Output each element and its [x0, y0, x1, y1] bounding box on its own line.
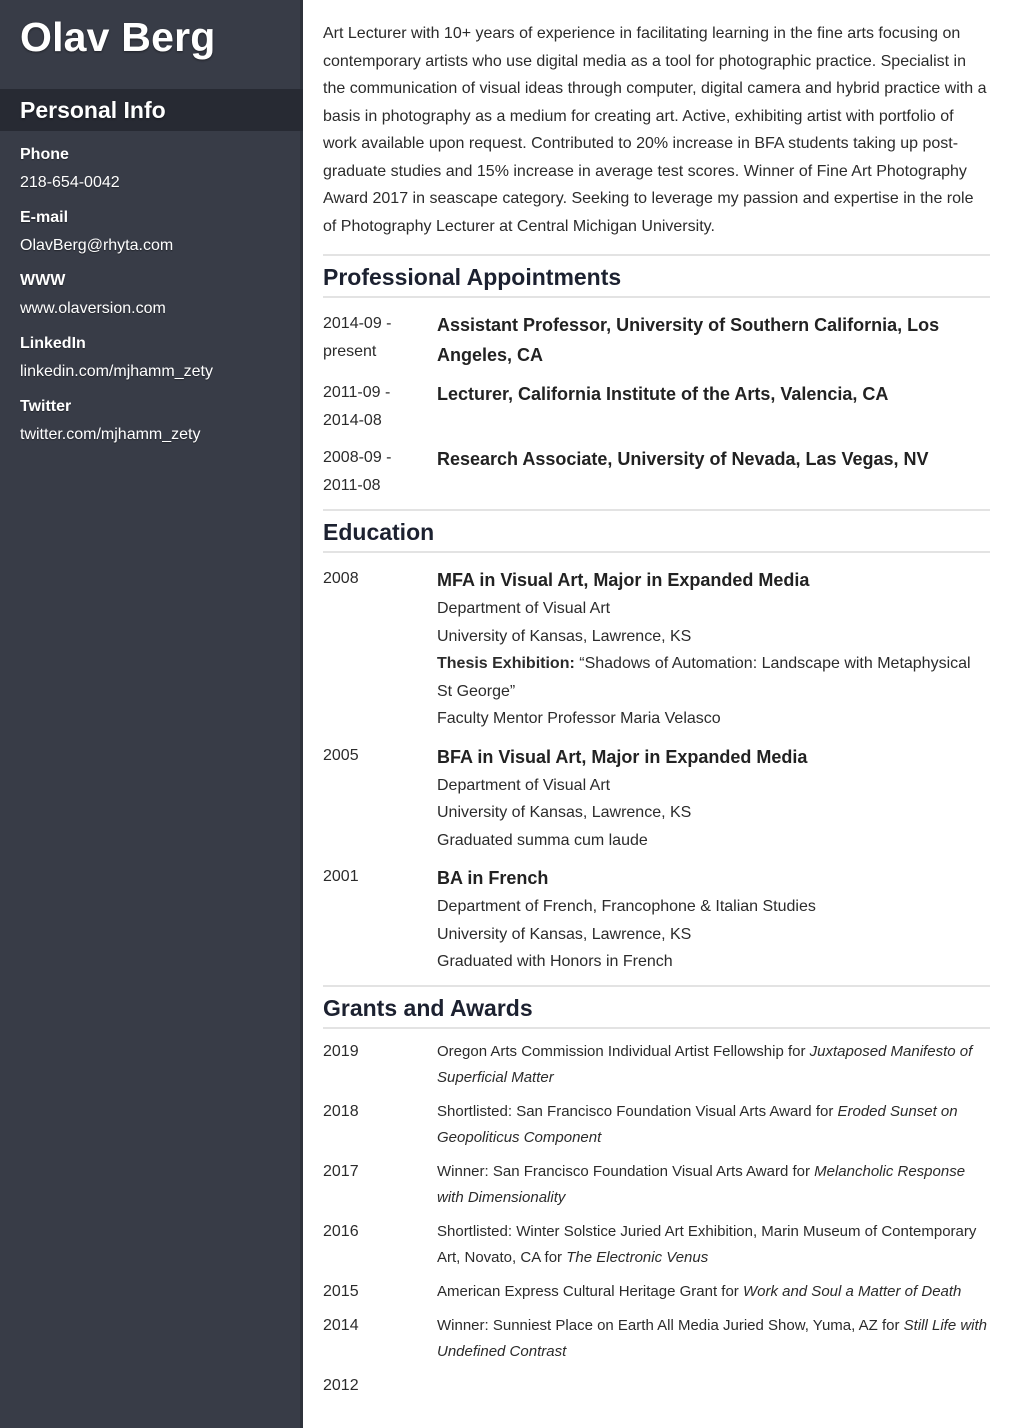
appointment-entry: 2008-09 - 2011-08 Research Associate, Un…	[323, 444, 990, 500]
education-note: Graduated with Honors in French	[437, 953, 673, 970]
twitter-label: Twitter	[20, 398, 72, 415]
appointments-heading: Professional Appointments	[323, 254, 990, 298]
award-description: American Express Cultural Heritage Grant…	[437, 1279, 990, 1305]
candidate-name: Olav Berg	[20, 14, 216, 60]
education-year: 2005	[323, 746, 359, 764]
contact-list: Phone 218-654-0042 E-mail OlavBerg@rhyta…	[20, 145, 290, 460]
education-entry: 2001 BA in French Department of French, …	[323, 863, 990, 976]
email-value[interactable]: OlavBerg@rhyta.com	[20, 236, 290, 256]
date-end: present	[323, 343, 377, 360]
award-description	[437, 1373, 990, 1399]
linkedin-value[interactable]: linkedin.com/mjhamm_zety	[20, 362, 290, 382]
award-text: Winner: Sunniest Place on Earth All Medi…	[437, 1316, 904, 1334]
date-start: 2008-09 -	[323, 449, 392, 466]
appointment-entry: 2014-09 - present Assistant Professor, U…	[323, 310, 990, 370]
linkedin-label: LinkedIn	[20, 335, 86, 352]
award-year: 2019	[323, 1042, 359, 1060]
appointment-date: 2011-09 - 2014-08	[323, 379, 437, 435]
award-work: The Electronic Venus	[566, 1248, 709, 1266]
appointment-title: Lecturer, California Institute of the Ar…	[437, 384, 889, 404]
award-text: Winner: San Francisco Foundation Visual …	[437, 1162, 815, 1180]
award-entry: 2016 Shortlisted: Winter Solstice Juried…	[323, 1219, 990, 1271]
date-start: 2011-09 -	[323, 384, 391, 401]
school: University of Kansas, Lawrence, KS	[437, 925, 692, 943]
phone-label: Phone	[20, 146, 69, 163]
school: University of Kansas, Lawrence, KS	[437, 627, 692, 645]
award-entry: 2014 Winner: Sunniest Place on Earth All…	[323, 1313, 990, 1365]
appointment-date: 2008-09 - 2011-08	[323, 444, 437, 500]
sidebar: Olav Berg Personal Info Phone 218-654-00…	[0, 0, 303, 1428]
thesis-label: Thesis Exhibition:	[437, 655, 575, 672]
department: Department of French, Francophone & Ital…	[437, 898, 816, 915]
award-text: Shortlisted: San Francisco Foundation Vi…	[437, 1102, 838, 1120]
appointment-title: Assistant Professor, University of South…	[437, 315, 940, 365]
date-end: 2011-08	[323, 477, 381, 494]
website-label: WWW	[20, 272, 66, 289]
degree-title: BA in French	[437, 868, 549, 888]
school: University of Kansas, Lawrence, KS	[437, 804, 692, 821]
education-note: Faculty Mentor Professor Maria Velasco	[437, 710, 721, 727]
education-year: 2008	[323, 570, 359, 587]
education-year: 2001	[323, 868, 359, 885]
appointments-section: Professional Appointments 2014-09 - pres…	[323, 254, 990, 500]
award-description: Oregon Arts Commission Individual Artist…	[437, 1039, 990, 1091]
education-note: Graduated summa cum laude	[437, 831, 648, 849]
appointment-date: 2014-09 - present	[323, 310, 437, 370]
education-heading: Education	[323, 509, 990, 553]
website-value[interactable]: www.olaversion.com	[20, 299, 290, 319]
phone-value[interactable]: 218-654-0042	[20, 173, 290, 193]
award-description: Shortlisted: Winter Solstice Juried Art …	[437, 1219, 990, 1271]
email-label: E-mail	[20, 209, 69, 226]
award-entry: 2015 American Express Cultural Heritage …	[323, 1279, 990, 1305]
award-year: 2015	[323, 1282, 359, 1300]
appointment-title: Research Associate, University of Nevada…	[437, 449, 929, 469]
department: Department of Visual Art	[437, 776, 611, 794]
award-year: 2016	[323, 1222, 359, 1240]
education-section: Education 2008 MFA in Visual Art, Major …	[323, 509, 990, 976]
thesis: Thesis Exhibition: “Shadows of Automatio…	[437, 650, 990, 705]
award-entry: 2017 Winner: San Francisco Foundation Vi…	[323, 1159, 990, 1211]
appointment-entry: 2011-09 - 2014-08 Lecturer, California I…	[323, 379, 990, 435]
awards-section: Grants and Awards 2019 Oregon Arts Commi…	[323, 984, 990, 1399]
award-text: American Express Cultural Heritage Grant…	[437, 1282, 743, 1300]
department: Department of Visual Art	[437, 600, 611, 617]
degree-title: MFA in Visual Art, Major in Expanded Med…	[437, 570, 810, 590]
main-content: Art Lecturer with 10+ years of experienc…	[323, 20, 990, 1407]
award-year: 2017	[323, 1162, 359, 1180]
award-text: Oregon Arts Commission Individual Artist…	[437, 1042, 810, 1060]
award-year: 2012	[323, 1376, 359, 1394]
degree-title: BFA in Visual Art, Major in Expanded Med…	[437, 746, 808, 767]
award-entry: 2012	[323, 1373, 990, 1399]
date-end: 2014-08	[323, 412, 382, 429]
award-description: Shortlisted: San Francisco Foundation Vi…	[437, 1099, 990, 1151]
education-entry: 2008 MFA in Visual Art, Major in Expande…	[323, 565, 990, 733]
award-description: Winner: San Francisco Foundation Visual …	[437, 1159, 990, 1211]
awards-heading: Grants and Awards	[323, 984, 990, 1029]
personal-info-heading: Personal Info	[20, 97, 166, 123]
twitter-value[interactable]: twitter.com/mjhamm_zety	[20, 425, 290, 445]
education-entry: 2005 BFA in Visual Art, Major in Expande…	[323, 742, 990, 855]
award-year: 2014	[323, 1316, 359, 1334]
award-description: Winner: Sunniest Place on Earth All Medi…	[437, 1313, 990, 1365]
personal-info-header: Personal Info	[0, 89, 303, 131]
profile-summary: Art Lecturer with 10+ years of experienc…	[323, 25, 987, 235]
award-year: 2018	[323, 1102, 359, 1120]
award-entry: 2019 Oregon Arts Commission Individual A…	[323, 1039, 990, 1091]
award-work: Work and Soul a Matter of Death	[742, 1282, 962, 1300]
date-start: 2014-09 -	[323, 315, 392, 332]
award-entry: 2018 Shortlisted: San Francisco Foundati…	[323, 1099, 990, 1151]
